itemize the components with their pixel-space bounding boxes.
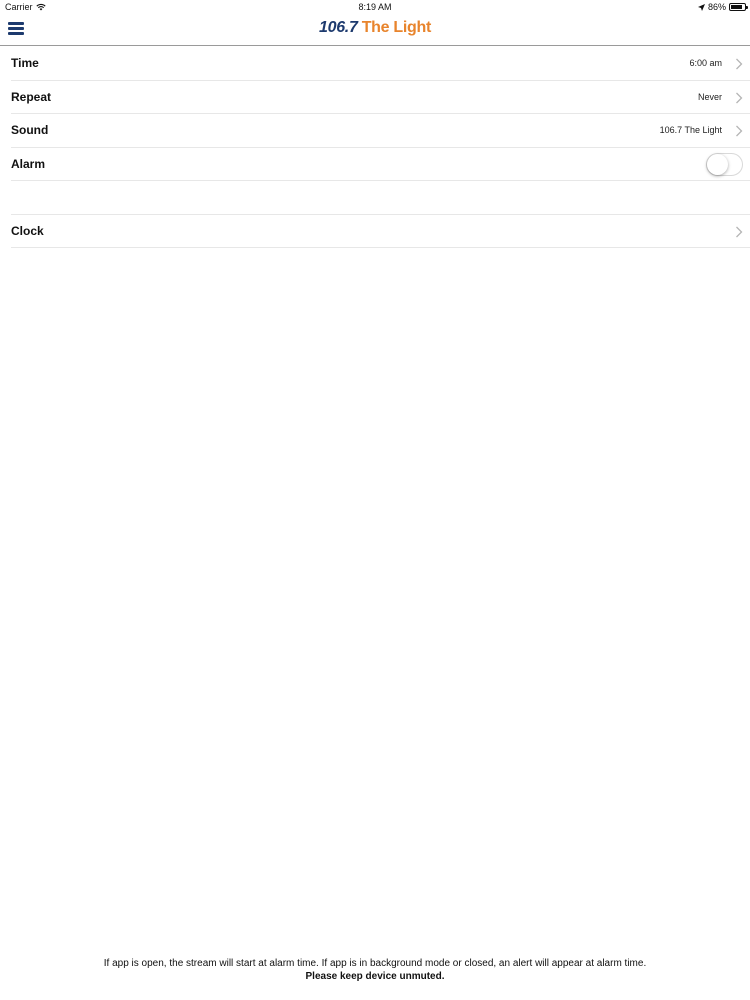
logo-name: The Light	[361, 19, 432, 36]
battery-percent: 86%	[707, 2, 726, 12]
chevron-right-icon	[736, 226, 743, 237]
footer-note: If app is open, the stream will start at…	[103, 958, 647, 969]
sound-label: Sound	[11, 123, 49, 138]
footer-warning: Please keep device unmuted.	[305, 971, 445, 982]
alarm-label: Alarm	[11, 156, 46, 171]
sound-value: 106.7 The Light	[659, 125, 722, 136]
location-arrow-icon	[697, 3, 705, 11]
time-value: 6:00 am	[689, 58, 722, 69]
logo-number: 106.7	[319, 19, 358, 36]
nav-bar: 106.7 The Light	[0, 15, 750, 46]
alarm-footer: If app is open, the stream will start at…	[0, 957, 750, 983]
status-right: 86%	[697, 2, 748, 12]
clock-label: Clock	[11, 223, 44, 238]
repeat-value: Never	[697, 91, 722, 102]
alarm-toggle[interactable]	[706, 152, 743, 176]
time-label: Time	[11, 56, 39, 71]
status-time: 8:19 AM	[358, 2, 392, 12]
station-logo: 106.7 The Light	[0, 19, 750, 37]
chevron-right-icon	[736, 58, 743, 70]
chevron-right-icon	[736, 92, 743, 103]
chevron-right-icon	[736, 125, 743, 137]
clock-row[interactable]: Clock	[11, 215, 750, 248]
time-row[interactable]: Time 6:00 am	[11, 47, 750, 81]
alarm-settings-list: Time 6:00 am Repeat Never Sound 106.7 Th…	[0, 47, 750, 248]
battery-icon	[729, 3, 748, 11]
toggle-knob	[707, 153, 728, 175]
repeat-row[interactable]: Repeat Never	[11, 81, 750, 114]
status-bar: Carrier 8:19 AM 86%	[0, 0, 750, 15]
section-spacer	[11, 181, 750, 215]
repeat-label: Repeat	[11, 89, 52, 104]
sound-row[interactable]: Sound 106.7 The Light	[11, 114, 750, 148]
battery-fill	[731, 5, 743, 9]
alarm-row: Alarm	[11, 148, 750, 181]
